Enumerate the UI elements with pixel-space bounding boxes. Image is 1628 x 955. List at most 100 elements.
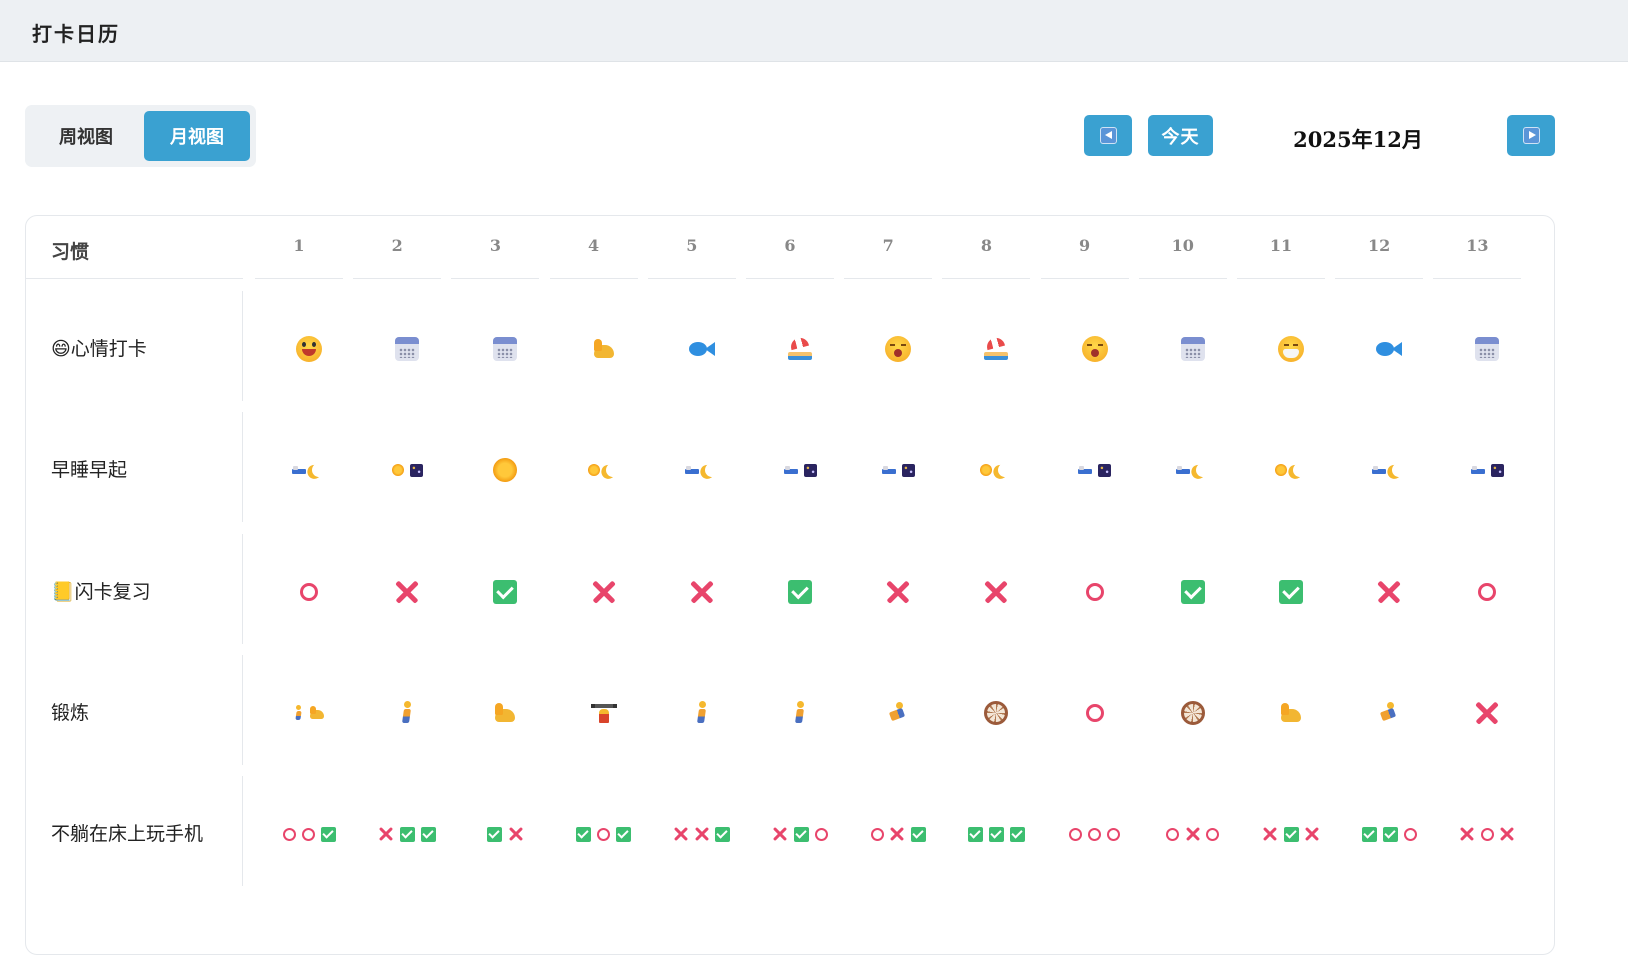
day-header-underline (1433, 278, 1522, 279)
checkin-cell[interactable] (1443, 450, 1531, 490)
checkin-cell[interactable] (1149, 450, 1237, 490)
checkin-cell[interactable] (560, 814, 648, 854)
habit-column-header: 习惯 (51, 241, 90, 263)
checkin-cell[interactable] (756, 693, 844, 733)
walk-icon (294, 704, 303, 721)
checkin-cell[interactable] (854, 693, 942, 733)
checkin-cell[interactable] (1443, 572, 1531, 612)
check-icon (788, 579, 812, 604)
checkin-cell[interactable] (560, 572, 648, 612)
checkin-cell[interactable] (854, 814, 942, 854)
checkin-cell[interactable] (560, 450, 648, 490)
run-icon (1377, 701, 1401, 724)
checkin-cell[interactable] (1149, 329, 1237, 369)
cross-icon (886, 580, 910, 604)
checkin-cell[interactable] (952, 450, 1040, 490)
checkin-cell[interactable] (1051, 572, 1139, 612)
prev-month-button[interactable] (1084, 115, 1132, 156)
check-icon (1283, 826, 1299, 842)
today-button[interactable]: 今天 (1148, 115, 1213, 156)
checkin-cell[interactable] (363, 450, 451, 490)
wheel-icon (1180, 700, 1205, 725)
checkin-cell[interactable] (1247, 693, 1335, 733)
checkin-cell[interactable] (756, 814, 844, 854)
day-number: 12 (1368, 236, 1391, 255)
checkin-cell[interactable] (854, 450, 942, 490)
day-header-underline (353, 278, 442, 279)
checkin-cell[interactable] (952, 329, 1040, 369)
checkin-cell[interactable] (658, 572, 746, 612)
checkin-cell[interactable] (1345, 329, 1433, 369)
day-number: 7 (882, 236, 894, 255)
checkin-cell[interactable] (1345, 572, 1433, 612)
muscle-icon (592, 339, 616, 359)
checkin-cell[interactable] (461, 572, 549, 612)
checkin-cell[interactable] (658, 329, 746, 369)
checkin-cell[interactable] (265, 572, 353, 612)
checkin-cell[interactable] (363, 814, 451, 854)
checkin-cell[interactable] (265, 814, 353, 854)
checkin-cell[interactable] (658, 814, 746, 854)
circle-icon (282, 827, 296, 841)
checkin-cell[interactable] (363, 329, 451, 369)
checkin-cell[interactable] (461, 329, 549, 369)
checkin-cell[interactable] (1149, 572, 1237, 612)
moon-icon (1391, 462, 1408, 479)
checkin-cell[interactable] (1051, 329, 1139, 369)
circle-icon (814, 827, 828, 841)
sun-icon (980, 464, 993, 477)
checkin-cell[interactable] (658, 450, 746, 490)
check-icon (576, 826, 592, 842)
checkin-cell[interactable] (1345, 814, 1433, 854)
checkin-cell[interactable] (363, 572, 451, 612)
checkin-cell[interactable] (952, 814, 1040, 854)
month-view-button[interactable]: 月视图 (144, 111, 250, 161)
checkin-cell[interactable] (560, 693, 648, 733)
checkin-cell[interactable] (658, 693, 746, 733)
checkin-cell[interactable] (1247, 572, 1335, 612)
checkin-cell[interactable] (1247, 814, 1335, 854)
checkin-cell[interactable] (854, 572, 942, 612)
checkin-cell[interactable] (461, 693, 549, 733)
week-view-button[interactable]: 周视图 (33, 111, 139, 161)
checkin-cell[interactable] (952, 693, 1040, 733)
moon-icon (703, 462, 720, 479)
checkin-cell[interactable] (1051, 814, 1139, 854)
arrow-left-icon (1099, 127, 1117, 144)
checkin-cell[interactable] (952, 572, 1040, 612)
circle-icon (1107, 827, 1121, 841)
checkin-cell[interactable] (265, 693, 353, 733)
checkin-cell[interactable] (363, 693, 451, 733)
checkin-cell[interactable] (1443, 693, 1531, 733)
checkin-cell[interactable] (1149, 814, 1237, 854)
circle-icon (1166, 827, 1180, 841)
checkin-cell[interactable] (560, 329, 648, 369)
checkin-cell[interactable] (854, 329, 942, 369)
checkin-cell[interactable] (1051, 693, 1139, 733)
checkin-cell[interactable] (1443, 814, 1531, 854)
next-month-button[interactable] (1507, 115, 1555, 156)
bed-icon (292, 465, 306, 475)
checkin-cell[interactable] (1051, 450, 1139, 490)
checkin-cell[interactable] (1149, 693, 1237, 733)
circle-icon (1085, 582, 1104, 601)
checkin-cell[interactable] (1443, 329, 1531, 369)
day-number: 5 (686, 236, 698, 255)
check-icon (1009, 826, 1025, 842)
checkin-cell[interactable] (1247, 329, 1335, 369)
checkin-cell[interactable] (756, 450, 844, 490)
cross-icon (1263, 827, 1278, 842)
arrow-right-icon (1522, 127, 1540, 144)
checkin-cell[interactable] (1345, 450, 1433, 490)
checkin-cell[interactable] (756, 572, 844, 612)
view-switcher: 周视图 月视图 (25, 105, 256, 167)
checkin-cell[interactable] (1247, 450, 1335, 490)
checkin-cell[interactable] (1345, 693, 1433, 733)
checkin-cell[interactable] (265, 450, 353, 490)
checkin-cell[interactable] (461, 814, 549, 854)
circle-icon (1085, 703, 1104, 722)
checkin-cell[interactable] (265, 329, 353, 369)
day-number: 13 (1466, 236, 1489, 255)
checkin-cell[interactable] (756, 329, 844, 369)
checkin-cell[interactable] (461, 450, 549, 490)
